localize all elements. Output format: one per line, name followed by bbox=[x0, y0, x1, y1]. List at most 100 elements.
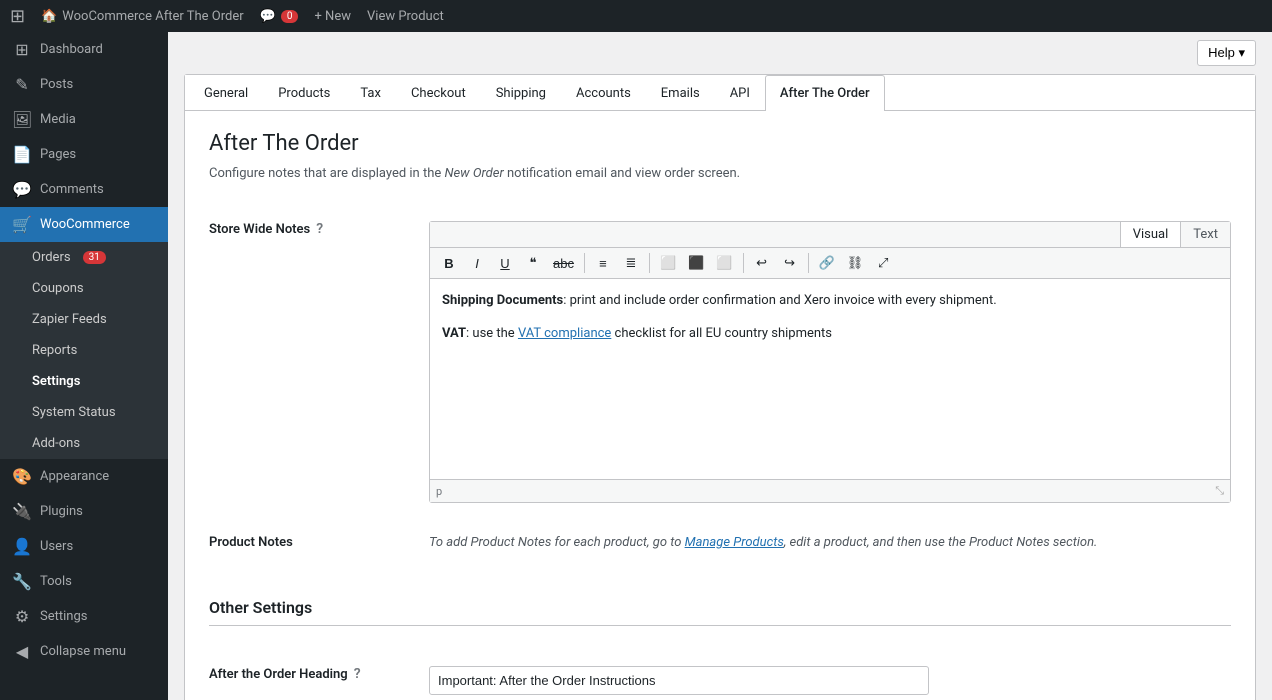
zapier-feeds-label: Zapier Feeds bbox=[32, 312, 107, 327]
tab-general[interactable]: General bbox=[189, 75, 263, 111]
toolbar-sep-2 bbox=[649, 253, 650, 273]
toolbar-bold[interactable]: B bbox=[436, 253, 462, 274]
after-order-heading-help-icon[interactable]: ? bbox=[354, 666, 361, 682]
sidebar-item-label: Dashboard bbox=[40, 42, 103, 57]
sidebar-item-label: Pages bbox=[40, 147, 76, 162]
store-wide-notes-help-icon[interactable]: ? bbox=[316, 221, 323, 237]
tab-tax[interactable]: Tax bbox=[345, 75, 396, 111]
vat-compliance-link[interactable]: VAT compliance bbox=[518, 326, 611, 341]
settings-table: Store Wide Notes ? Visual Text bbox=[209, 205, 1231, 700]
toolbar-align-center[interactable]: ⬛ bbox=[683, 252, 709, 274]
users-icon: 👤 bbox=[12, 537, 32, 556]
dashboard-icon: ⊞ bbox=[12, 40, 32, 59]
appearance-icon: 🎨 bbox=[12, 467, 32, 486]
sidebar-item-tools[interactable]: 🔧 Tools bbox=[0, 564, 168, 599]
sidebar-item-users[interactable]: 👤 Users bbox=[0, 529, 168, 564]
manage-products-link[interactable]: Manage Products bbox=[685, 535, 784, 550]
product-notes-suffix: , edit a product, and then use the Produ… bbox=[784, 535, 1098, 550]
tab-checkout[interactable]: Checkout bbox=[396, 75, 481, 111]
sidebar-item-coupons[interactable]: Coupons bbox=[0, 273, 168, 304]
sidebar-item-media[interactable]: 🖼 Media bbox=[0, 102, 168, 137]
after-order-heading-label: After the Order Heading bbox=[209, 667, 348, 682]
product-notes-description: To add Product Notes for each product, g… bbox=[429, 535, 1097, 550]
sidebar-item-woocommerce[interactable]: 🛒 WooCommerce bbox=[0, 207, 168, 242]
comments-count: 0 bbox=[281, 10, 299, 23]
sidebar-item-add-ons[interactable]: Add-ons bbox=[0, 428, 168, 459]
sidebar-item-label: Users bbox=[40, 539, 73, 554]
sidebar-item-collapse[interactable]: ◀ Collapse menu bbox=[0, 634, 168, 669]
editor-mode-visual[interactable]: Visual bbox=[1120, 222, 1181, 247]
comments-icon: 💬 bbox=[260, 9, 276, 24]
sidebar-item-zapier-feeds[interactable]: Zapier Feeds bbox=[0, 304, 168, 335]
sidebar-item-pages[interactable]: 📄 Pages bbox=[0, 137, 168, 172]
store-wide-notes-row: Store Wide Notes ? Visual Text bbox=[209, 205, 1231, 519]
home-icon: 🏠 bbox=[41, 9, 57, 24]
tab-products[interactable]: Products bbox=[263, 75, 345, 111]
new-label: + New bbox=[314, 9, 351, 24]
collapse-icon: ◀ bbox=[12, 642, 32, 661]
toolbar-unlink[interactable]: ⛓ bbox=[842, 252, 869, 274]
view-product-link[interactable]: View Product bbox=[367, 9, 444, 24]
tab-emails[interactable]: Emails bbox=[646, 75, 715, 111]
toolbar-align-right[interactable]: ⬜ bbox=[711, 252, 737, 274]
new-content-link[interactable]: + New bbox=[314, 9, 351, 24]
toolbar-underline[interactable]: U bbox=[492, 253, 518, 274]
editor-mode-text[interactable]: Text bbox=[1180, 222, 1230, 247]
editor-toolbar: B I U ❝ abc ≡ ≣ ⬜ bbox=[430, 248, 1230, 279]
toolbar-fullscreen[interactable]: ⤢ bbox=[870, 252, 896, 274]
toolbar-sep-1 bbox=[584, 253, 585, 273]
site-name: WooCommerce After The Order bbox=[62, 9, 243, 24]
product-notes-td: To add Product Notes for each product, g… bbox=[429, 519, 1231, 566]
editor-container: Visual Text B I U ❝ abc bbox=[429, 221, 1231, 503]
settings-area: General Products Tax Checkout Shipping A… bbox=[184, 74, 1256, 700]
sidebar-item-settings-bottom[interactable]: ⚙ Settings bbox=[0, 599, 168, 634]
media-icon: 🖼 bbox=[12, 110, 32, 129]
sidebar-item-plugins[interactable]: 🔌 Plugins bbox=[0, 494, 168, 529]
tab-shipping[interactable]: Shipping bbox=[481, 75, 561, 111]
description-italic: New Order bbox=[445, 166, 504, 181]
toolbar-strikethrough[interactable]: abc bbox=[548, 253, 579, 274]
tab-after-the-order[interactable]: After The Order bbox=[765, 75, 885, 111]
toolbar-italic[interactable]: I bbox=[464, 253, 490, 274]
toolbar-ordered-list[interactable]: ≣ bbox=[618, 252, 644, 274]
tools-icon: 🔧 bbox=[12, 572, 32, 591]
editor-paragraph-2: VAT: use the VAT compliance checklist fo… bbox=[442, 324, 1218, 345]
sidebar-item-dashboard[interactable]: ⊞ Dashboard bbox=[0, 32, 168, 67]
sidebar-item-reports[interactable]: Reports bbox=[0, 335, 168, 366]
toolbar-blockquote[interactable]: ❝ bbox=[520, 252, 546, 274]
settings-label: Settings bbox=[32, 374, 80, 389]
tab-accounts[interactable]: Accounts bbox=[561, 75, 646, 111]
tab-api[interactable]: API bbox=[715, 75, 765, 111]
sidebar-item-comments[interactable]: 💬 Comments bbox=[0, 172, 168, 207]
editor-body[interactable]: Shipping Documents: print and include or… bbox=[430, 279, 1230, 479]
wp-logo-link[interactable]: ⊞ bbox=[10, 6, 25, 27]
toolbar-link[interactable]: 🔗 bbox=[814, 252, 840, 274]
toolbar-align-left[interactable]: ⬜ bbox=[655, 252, 681, 274]
sidebar-item-label: WooCommerce bbox=[40, 217, 130, 232]
editor-footer: p ⤡ bbox=[430, 479, 1230, 502]
sidebar-item-orders[interactable]: Orders 31 bbox=[0, 242, 168, 273]
other-settings-heading-row: Other Settings bbox=[209, 566, 1231, 650]
site-name-link[interactable]: 🏠 WooCommerce After The Order bbox=[41, 9, 244, 24]
toolbar-sep-4 bbox=[808, 253, 809, 273]
comments-nav-icon: 💬 bbox=[12, 180, 32, 199]
toolbar-unordered-list[interactable]: ≡ bbox=[590, 253, 616, 274]
comments-link[interactable]: 💬 0 bbox=[260, 9, 299, 24]
store-wide-notes-td: Visual Text B I U ❝ abc bbox=[429, 205, 1231, 519]
orders-label: Orders bbox=[32, 250, 71, 265]
sidebar-item-label: Collapse menu bbox=[40, 644, 126, 659]
product-notes-th: Product Notes bbox=[209, 519, 429, 566]
sidebar-item-posts[interactable]: ✎ Posts bbox=[0, 67, 168, 102]
toolbar-undo[interactable]: ↩ bbox=[749, 252, 775, 274]
resize-handle[interactable]: ⤡ bbox=[1215, 484, 1224, 498]
sidebar-item-system-status[interactable]: System Status bbox=[0, 397, 168, 428]
system-status-label: System Status bbox=[32, 405, 116, 420]
after-order-heading-input[interactable] bbox=[429, 666, 929, 695]
sidebar-item-settings[interactable]: Settings bbox=[0, 366, 168, 397]
toolbar-redo[interactable]: ↪ bbox=[777, 252, 803, 274]
posts-icon: ✎ bbox=[12, 75, 32, 94]
pages-icon: 📄 bbox=[12, 145, 32, 164]
after-order-heading-row: After the Order Heading ? bbox=[209, 650, 1231, 700]
help-button[interactable]: Help ▾ bbox=[1197, 40, 1256, 66]
sidebar-item-appearance[interactable]: 🎨 Appearance bbox=[0, 459, 168, 494]
